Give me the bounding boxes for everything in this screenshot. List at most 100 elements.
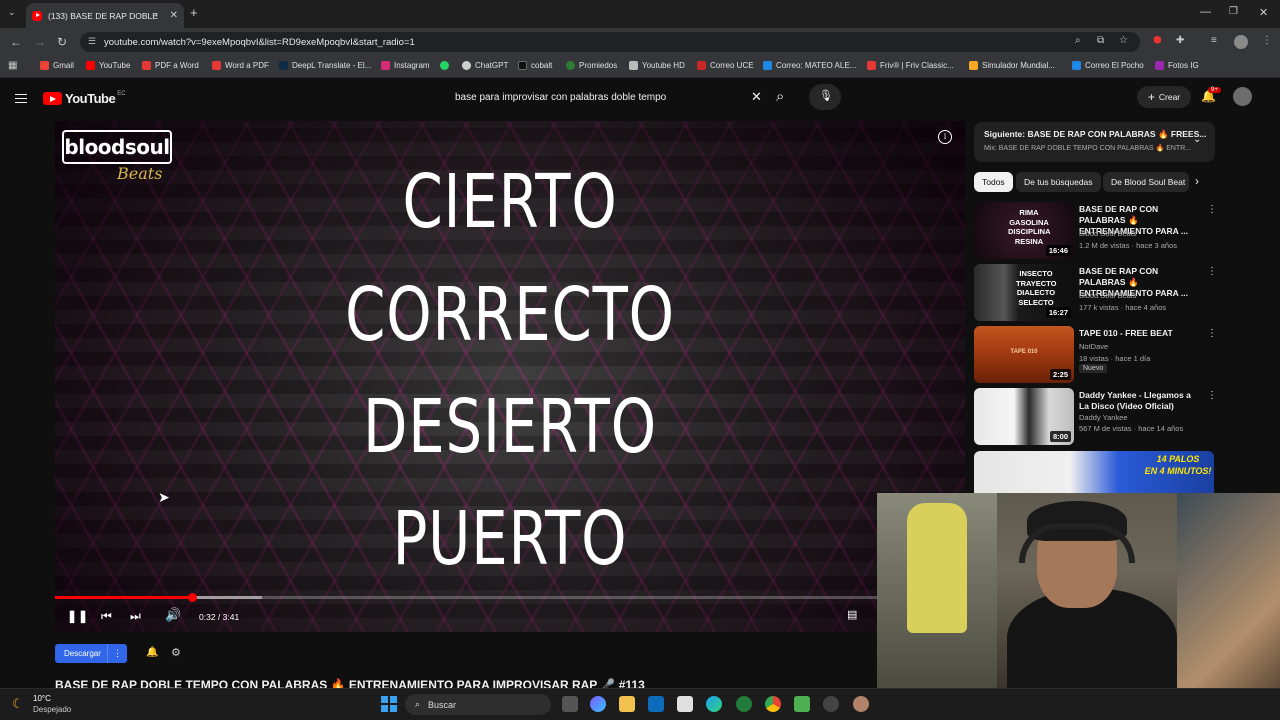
video-info-icon[interactable]: i: [938, 130, 952, 144]
install-icon[interactable]: ⧉: [1097, 35, 1104, 46]
up-next-panel[interactable]: Siguiente: BASE DE RAP CON PALABRAS 🔥 FR…: [974, 122, 1215, 162]
outlook-icon[interactable]: [648, 696, 664, 712]
copilot-icon[interactable]: [590, 696, 606, 712]
previous-icon[interactable]: ⏮: [101, 610, 112, 622]
back-icon[interactable]: ←: [10, 35, 22, 49]
duration-badge: 8:00: [1049, 431, 1071, 442]
subtitles-icon[interactable]: ▤: [847, 609, 857, 621]
bookmark-fotos-ig[interactable]: Fotos IG: [1155, 61, 1199, 70]
rec-channel: Blood Soul Beats: [1079, 291, 1137, 300]
video-thumbnail[interactable]: 8:00: [974, 388, 1074, 445]
bookmark-youtube[interactable]: YouTube: [86, 61, 130, 70]
progress-bar[interactable]: [55, 593, 877, 602]
taskbar-search-box[interactable]: ⌕ Buscar: [405, 694, 551, 715]
bookmark-whatsapp[interactable]: [440, 61, 453, 70]
chip-de-tus-busquedas[interactable]: De tus búsquedas: [1016, 172, 1101, 192]
reload-icon[interactable]: ↻: [57, 35, 67, 49]
list-item[interactable]: 8:00 Daddy Yankee - Llegamos a La Disco …: [974, 388, 1217, 446]
steam-icon[interactable]: [823, 696, 839, 712]
profile-avatar[interactable]: [1234, 35, 1248, 49]
partial-video-thumbnail[interactable]: 14 PALOS EN 4 MINUTOS!: [974, 451, 1214, 493]
microphone-icon: 🎙: [819, 90, 833, 102]
tab-search-icon[interactable]: ⌄: [8, 7, 16, 18]
store-icon[interactable]: [677, 696, 693, 712]
clear-search-icon[interactable]: ✕: [751, 89, 762, 105]
duration-badge: 2:25: [1049, 369, 1071, 380]
bookmark-simulador[interactable]: Simulador Mundial...: [969, 61, 1055, 70]
tab-audio-icon[interactable]: ◖: [154, 10, 159, 19]
bookmark-instagram[interactable]: Instagram: [381, 61, 430, 70]
bookmark-word-a-pdf[interactable]: Word a PDF: [212, 61, 269, 70]
taskbar-avatar-icon[interactable]: [853, 696, 869, 712]
search-input[interactable]: base para improvisar con palabras doble …: [445, 85, 771, 109]
windows-start-icon[interactable]: [381, 696, 397, 712]
browser-menu-icon[interactable]: ⋮: [1262, 35, 1272, 46]
video-thumbnail[interactable]: RIMA GASOLINA DISCIPLINA RESINA 16:46: [974, 202, 1074, 259]
time-display: 0:32 / 3:41: [199, 612, 240, 622]
edge-icon[interactable]: [706, 696, 722, 712]
volume-icon[interactable]: 🔊: [165, 608, 181, 621]
notify-icon[interactable]: 🔔: [146, 647, 158, 658]
task-view-icon[interactable]: [562, 696, 578, 712]
more-actions-icon[interactable]: ⋮: [1207, 266, 1217, 277]
chip-de-blood-soul[interactable]: De Blood Soul Beat: [1103, 172, 1189, 192]
video-player[interactable]: bloodsoul Beats i CIERTO CORRECTO DESIER…: [55, 121, 965, 632]
bookmark-correo-uce[interactable]: Correo UCE: [697, 61, 754, 70]
bookmark-chatgpt[interactable]: ChatGPT: [462, 61, 508, 70]
create-button[interactable]: + Crear: [1137, 86, 1191, 108]
chevron-right-icon[interactable]: ›: [1195, 174, 1199, 188]
account-avatar[interactable]: [1233, 87, 1252, 106]
next-icon[interactable]: ⏭: [130, 610, 141, 622]
youtube-logo[interactable]: YouTube EC: [43, 91, 126, 106]
maximize-icon[interactable]: ❐: [1229, 6, 1238, 17]
chip-todos[interactable]: Todos: [974, 172, 1013, 192]
search-icon[interactable]: ⌕: [776, 88, 784, 105]
more-actions-icon[interactable]: ⋮: [1207, 390, 1217, 401]
download-button[interactable]: Descargar ⋮: [55, 644, 127, 663]
upwork-icon[interactable]: [736, 696, 752, 712]
bookmark-friv[interactable]: Friv® | Friv Classic...: [867, 61, 954, 70]
extensions-icon[interactable]: ✚: [1176, 35, 1184, 46]
menu-hamburger-icon[interactable]: [15, 91, 27, 106]
browser-tab-active[interactable]: (133) BASE DE RAP DOBLE ◖ ✕: [26, 3, 184, 28]
new-tab-icon[interactable]: +: [190, 5, 198, 20]
list-item[interactable]: RIMA GASOLINA DISCIPLINA RESINA 16:46 BA…: [974, 202, 1217, 260]
pause-icon[interactable]: ❚❚: [67, 610, 89, 622]
chrome-icon[interactable]: [765, 696, 781, 712]
more-actions-icon[interactable]: ⋮: [1207, 204, 1217, 215]
bookmark-deepl[interactable]: DeepL Translate - El...: [279, 61, 371, 70]
rec-meta: 177 k vistas · hace 4 años: [1079, 303, 1167, 312]
address-bar[interactable]: ☰ youtube.com/watch?v=9exeMpoqbvI&list=R…: [80, 32, 1140, 52]
bookmarks-bar: ▦ Gmail YouTube PDF a Word Word a PDF De…: [0, 56, 1280, 78]
reading-list-icon[interactable]: ≡: [1211, 35, 1217, 46]
minimize-icon[interactable]: —: [1200, 6, 1211, 18]
list-item[interactable]: TAPE 010 2:25 TAPE 010 - FREE BEAT NotDa…: [974, 326, 1217, 384]
bookmark-youtube-hd[interactable]: Youtube HD: [629, 61, 685, 70]
bookmark-correo-pocho[interactable]: Correo El Pocho: [1072, 61, 1144, 70]
forward-icon[interactable]: →: [34, 35, 46, 49]
bookmark-pdf-a-word[interactable]: PDF a Word: [142, 61, 199, 70]
list-item[interactable]: INSECTO TRAYECTO DIALECTO SELECTO 16:27 …: [974, 264, 1217, 322]
bookmark-gmail[interactable]: Gmail: [40, 61, 74, 70]
youtube-favicon-icon: [32, 10, 42, 21]
bookmark-star-icon[interactable]: ☆: [1119, 35, 1128, 46]
lyric-word-1: CIERTO: [402, 159, 618, 245]
more-actions-icon[interactable]: ⋮: [1207, 328, 1217, 339]
file-explorer-icon[interactable]: [619, 696, 635, 712]
bookmark-correo-mateo[interactable]: Correo: MATEO ALE...: [763, 61, 856, 70]
zoom-icon[interactable]: ⌕: [1075, 35, 1081, 46]
apps-grid-icon[interactable]: ▦: [8, 60, 17, 71]
bookmark-cobalt[interactable]: cobalt: [518, 61, 552, 70]
tab-close-icon[interactable]: ✕: [170, 10, 178, 21]
bookmark-promiedos[interactable]: Promiedos: [566, 61, 617, 70]
chevron-down-icon[interactable]: ⌄: [1193, 134, 1201, 145]
settings-gear-icon[interactable]: ⚙: [171, 646, 181, 659]
weather-moon-icon[interactable]: ☾: [12, 696, 24, 712]
minecraft-icon[interactable]: [794, 696, 810, 712]
window-close-icon[interactable]: ✕: [1259, 6, 1268, 19]
site-info-icon[interactable]: ☰: [88, 36, 96, 47]
video-thumbnail[interactable]: INSECTO TRAYECTO DIALECTO SELECTO 16:27: [974, 264, 1074, 321]
video-thumbnail[interactable]: TAPE 010 2:25: [974, 326, 1074, 383]
extension-adblock-icon[interactable]: ⬢: [1153, 35, 1162, 46]
download-more-icon[interactable]: ⋮: [107, 644, 127, 663]
